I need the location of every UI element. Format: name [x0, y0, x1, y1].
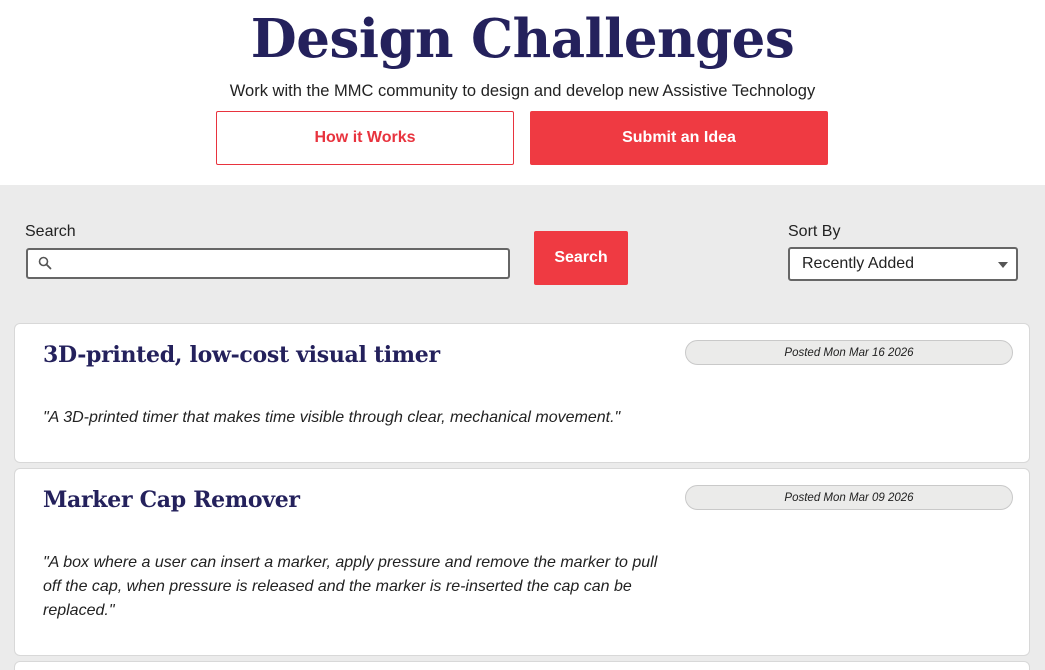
date-badge: Posted Mon Mar 16 2026: [685, 340, 1013, 365]
card-title[interactable]: Marker Cap Remover: [43, 487, 300, 513]
challenge-card[interactable]: 3D-printed, low-cost visual timer Posted…: [14, 323, 1030, 463]
card-description: "A 3D-printed timer that makes time visi…: [43, 409, 621, 426]
page-subtitle: Work with the MMC community to design an…: [229, 82, 816, 100]
search-label: Search: [25, 223, 76, 240]
card-title[interactable]: 3D-printed, low-cost visual timer: [43, 342, 440, 368]
sort-label: Sort By: [788, 223, 841, 240]
page-title: Design Challenges: [250, 8, 795, 70]
search-field[interactable]: [26, 248, 510, 279]
sort-select[interactable]: Recently Added: [788, 247, 1018, 281]
date-badge: Posted Mon Mar 09 2026: [685, 485, 1013, 510]
card-description: "A box where a user can insert a marker,…: [43, 554, 658, 619]
search-button[interactable]: Search: [534, 231, 628, 285]
challenge-card-partial[interactable]: [14, 661, 1030, 670]
challenges-section: Search Search Sort By Recently Added 3D-…: [0, 185, 1045, 670]
challenge-card[interactable]: Marker Cap Remover Posted Mon Mar 09 202…: [14, 468, 1030, 656]
page-header: Design Challenges Work with the MMC comm…: [0, 0, 1045, 185]
chevron-down-icon: [998, 262, 1008, 268]
search-input[interactable]: [60, 252, 500, 275]
search-icon: [38, 256, 52, 270]
how-it-works-button[interactable]: How it Works: [216, 111, 514, 165]
sort-selected-value: Recently Added: [802, 255, 915, 272]
submit-idea-button[interactable]: Submit an Idea: [530, 111, 828, 165]
